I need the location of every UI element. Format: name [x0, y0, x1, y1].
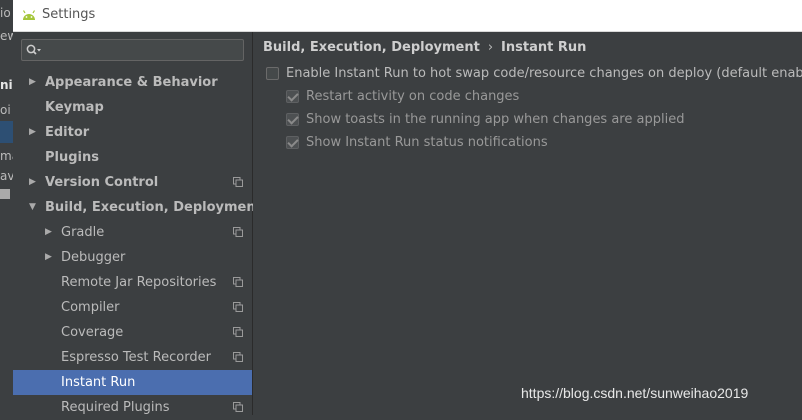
- project-settings-icon: [233, 177, 243, 187]
- project-settings-icon: [233, 227, 243, 237]
- tree-item-label: Build, Execution, Deployment: [45, 200, 262, 215]
- tree-item-label: Debugger: [61, 250, 126, 265]
- breadcrumb-separator: ›: [487, 40, 494, 55]
- expand-arrow-icon[interactable]: ▶: [29, 170, 39, 195]
- tree-item-remote-jar-repositories[interactable]: Remote Jar Repositories: [13, 270, 252, 295]
- collapse-arrow-icon[interactable]: ▼: [29, 195, 39, 220]
- background-window-strip: io ew ni oi ma av: [0, 0, 13, 415]
- expand-arrow-icon[interactable]: ▶: [29, 120, 39, 145]
- tree-item-required-plugins[interactable]: Required Plugins: [13, 395, 252, 420]
- search-input[interactable]: [48, 41, 242, 61]
- tree-item-build-execution-deployment[interactable]: ▼ Build, Execution, Deployment: [13, 195, 262, 220]
- settings-dialog: Settings ▶ Appearance & Behavior Keymap …: [13, 0, 802, 415]
- tree-item-gradle[interactable]: ▶ Gradle: [13, 220, 252, 245]
- tree-item-label: Espresso Test Recorder: [61, 350, 211, 365]
- project-settings-icon: [233, 327, 243, 337]
- restart-activity-checkbox[interactable]: [286, 90, 299, 103]
- breadcrumb-parent[interactable]: Build, Execution, Deployment: [263, 40, 480, 55]
- enable-instant-run-checkbox[interactable]: [266, 67, 279, 80]
- background-text-fragment: ew: [0, 29, 13, 43]
- tree-item-label: Plugins: [45, 150, 99, 165]
- breadcrumb-current: Instant Run: [501, 40, 587, 55]
- tree-item-debugger[interactable]: ▶ Debugger: [13, 245, 252, 270]
- tree-item-label: Editor: [45, 125, 90, 140]
- show-status-notifications-checkbox[interactable]: [286, 136, 299, 149]
- tree-item-coverage[interactable]: Coverage: [13, 320, 252, 345]
- project-settings-icon: [233, 277, 243, 287]
- watermark: https://blog.csdn.net/sunweihao2019: [521, 385, 749, 401]
- tree-item-label: Gradle: [61, 225, 105, 240]
- tree-item-appearance-behavior[interactable]: ▶ Appearance & Behavior: [13, 70, 252, 95]
- background-text-fragment: av: [0, 169, 13, 183]
- tree-item-label: Required Plugins: [61, 400, 170, 415]
- tree-item-label: Remote Jar Repositories: [61, 275, 217, 290]
- expand-arrow-icon[interactable]: ▶: [45, 220, 55, 245]
- tree-item-compiler[interactable]: Compiler: [13, 295, 252, 320]
- tree-item-label: Compiler: [61, 300, 120, 315]
- settings-sidebar: ▶ Appearance & Behavior Keymap ▶ Editor …: [13, 32, 262, 415]
- window-title: Settings: [42, 7, 96, 22]
- project-settings-icon: [233, 352, 243, 362]
- enable-instant-run-label[interactable]: Enable Instant Run to hot swap code/reso…: [286, 66, 802, 81]
- tree-item-instant-run[interactable]: Instant Run: [13, 370, 252, 395]
- restart-activity-label[interactable]: Restart activity on code changes: [306, 89, 519, 104]
- tree-item-editor[interactable]: ▶ Editor: [13, 120, 252, 145]
- background-text-fragment: ma: [0, 149, 13, 163]
- tree-item-version-control[interactable]: ▶ Version Control: [13, 170, 252, 195]
- background-text-fragment: ni: [0, 78, 13, 92]
- android-icon: [22, 10, 36, 20]
- tree-item-label: Coverage: [61, 325, 124, 340]
- tree-item-label: Version Control: [45, 175, 159, 190]
- title-bar[interactable]: Settings: [13, 0, 802, 32]
- tree-item-label: Keymap: [45, 100, 104, 115]
- tree-item-label: Instant Run: [61, 375, 136, 390]
- background-text-fragment: oi: [0, 103, 11, 117]
- show-toasts-label[interactable]: Show toasts in the running app when chan…: [306, 112, 684, 127]
- search-icon[interactable]: [26, 44, 42, 57]
- tree-item-plugins[interactable]: Plugins: [13, 145, 252, 170]
- tree-item-espresso-test-recorder[interactable]: Espresso Test Recorder: [13, 345, 252, 370]
- settings-tree: ▶ Appearance & Behavior Keymap ▶ Editor …: [13, 70, 262, 420]
- show-toasts-checkbox[interactable]: [286, 113, 299, 126]
- breadcrumb: Build, Execution, Deployment › Instant Run: [263, 40, 586, 55]
- settings-content-panel: Build, Execution, Deployment › Instant Run…: [253, 32, 802, 415]
- background-selection: [0, 121, 13, 143]
- tree-item-keymap[interactable]: Keymap: [13, 95, 252, 120]
- background-text-fragment: io: [0, 6, 11, 20]
- background-folder-icon: [0, 189, 10, 199]
- tree-item-label: Appearance & Behavior: [45, 75, 218, 90]
- project-settings-icon: [233, 402, 243, 412]
- expand-arrow-icon[interactable]: ▶: [29, 70, 39, 95]
- show-status-notifications-label[interactable]: Show Instant Run status notifications: [306, 135, 548, 150]
- expand-arrow-icon[interactable]: ▶: [45, 245, 55, 270]
- search-field[interactable]: [21, 39, 244, 61]
- project-settings-icon: [233, 302, 243, 312]
